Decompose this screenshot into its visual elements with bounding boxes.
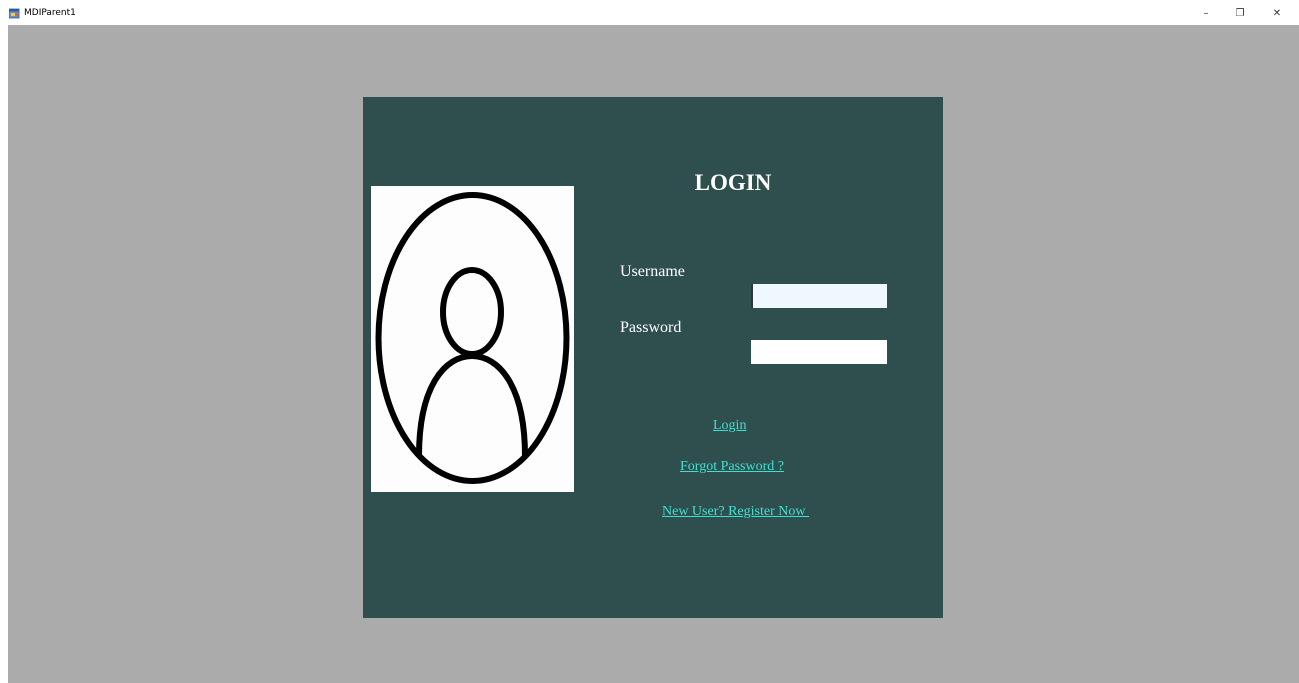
login-form: LOGIN Username Password Login Forgot Pas… [363, 97, 943, 618]
username-input[interactable] [751, 284, 887, 308]
app-window: MDIParent1 – ❐ ✕ LOGIN Username Password [0, 0, 1299, 683]
close-button[interactable]: ✕ [1260, 2, 1294, 24]
close-icon: ✕ [1272, 7, 1282, 19]
restore-icon: ❐ [1235, 7, 1245, 19]
password-label: Password [620, 319, 682, 336]
title-bar[interactable]: MDIParent1 – ❐ ✕ [0, 0, 1299, 24]
window-title: MDIParent1 [24, 8, 76, 18]
login-link[interactable]: Login [713, 417, 746, 435]
username-label: Username [620, 263, 685, 280]
user-avatar-icon [375, 192, 570, 484]
avatar-picture-box [371, 186, 574, 492]
form-app-icon [9, 8, 20, 19]
minimize-button[interactable]: – [1189, 2, 1223, 24]
forgot-password-link[interactable]: Forgot Password ? [680, 458, 784, 476]
minimize-icon: – [1203, 7, 1209, 19]
login-heading: LOGIN [694, 170, 772, 195]
restore-button[interactable]: ❐ [1223, 2, 1257, 24]
register-link[interactable]: New User? Register Now [662, 503, 809, 521]
mdi-client-area: LOGIN Username Password Login Forgot Pas… [8, 25, 1299, 683]
password-input[interactable] [751, 340, 887, 364]
